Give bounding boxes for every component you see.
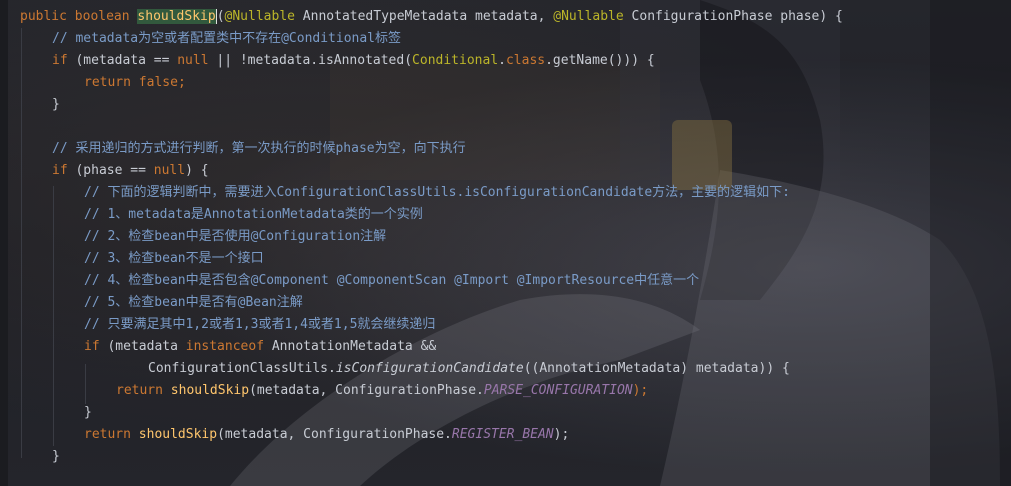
code-text: } [52, 449, 60, 464]
method-name-static: isConfigurationCandidate [335, 361, 524, 376]
code-line-19[interactable]: return shouldSkip(metadata, Configuratio… [0, 424, 1011, 446]
code-line-11[interactable]: // 3、检查bean不是一个接口 [0, 248, 1011, 270]
code-line-16[interactable]: ConfigurationClassUtils.isConfigurationC… [0, 358, 1011, 380]
enum-constant: PARSE_CONFIGURATION [483, 383, 633, 398]
code-line-5[interactable]: } [0, 94, 1011, 116]
code-text: (metadata, ConfigurationPhase. [249, 383, 484, 398]
code-text: .getName())) { [545, 53, 655, 68]
keyword: if [84, 339, 100, 354]
code-line-10[interactable]: // 2、检查bean中是否使用@Configuration注解 [0, 226, 1011, 248]
comment: // 采用递归的方式进行判断，第一次执行的时候phase为空，向下执行 [52, 141, 466, 156]
keyword: if [52, 53, 68, 68]
code-text: ; [177, 75, 186, 90]
code-text: AnnotationMetadata && [264, 339, 437, 354]
keyword: return [116, 383, 163, 398]
comment: // 只要满足其中1,2或者1,3或者1,4或者1,5就会继续递归 [84, 317, 436, 332]
code-line-20[interactable]: } [0, 446, 1011, 468]
code-line-13[interactable]: // 5、检查bean中是否有@Bean注解 [0, 292, 1011, 314]
keyword: return [84, 75, 131, 90]
code-text: (phase == [67, 163, 154, 178]
method-name: shouldSkip [138, 427, 218, 442]
comment: // 5、检查bean中是否有@Bean注解 [84, 295, 303, 310]
comment: // metadata为空或者配置类中不存在@Conditional标签 [52, 31, 402, 46]
code-line-1[interactable]: public boolean shouldSkip(@Nullable Anno… [0, 6, 1011, 28]
code-text: ConfigurationClassUtils. [148, 361, 336, 376]
code-text: } [84, 405, 92, 420]
code-line-12[interactable]: // 4、检查bean中是否包含@Component @ComponentSca… [0, 270, 1011, 292]
class-name: Conditional [412, 53, 499, 68]
code-text: } [52, 97, 60, 112]
keyword: false [138, 75, 178, 90]
code-text: ConfigurationPhase phase) { [623, 9, 843, 24]
keyword: null [153, 163, 186, 178]
keyword: class [505, 53, 546, 68]
code-text: || !metadata.isAnnotated( [208, 53, 413, 68]
code-text: ((AnnotationMetadata) metadata)) { [523, 361, 790, 376]
keyword: boolean [74, 9, 130, 24]
code-line-4[interactable]: return false; [0, 72, 1011, 94]
code-text: (metadata == [67, 53, 178, 68]
code-text: (metadata, ConfigurationPhase. [217, 427, 452, 442]
code-text: ); [553, 427, 570, 442]
keyword: null [177, 53, 209, 68]
code-line-2[interactable]: // metadata为空或者配置类中不存在@Conditional标签 [0, 28, 1011, 50]
code-text: ) { [185, 163, 209, 178]
code-line-15[interactable]: if (metadata instanceof AnnotationMetada… [0, 336, 1011, 358]
method-name-highlighted[interactable]: shouldSkip [137, 9, 216, 24]
code-line-8[interactable]: // 下面的逻辑判断中，需要进入ConfigurationClassUtils.… [0, 182, 1011, 204]
code-line-3[interactable]: if (metadata == null || !metadata.isAnno… [0, 50, 1011, 72]
annotation: @Nullable [224, 9, 295, 24]
comment: // 3、检查bean不是一个接口 [84, 251, 264, 266]
code-text: . [498, 53, 506, 68]
comment: // 2、检查bean中是否使用@Configuration注解 [84, 229, 387, 244]
code-line-9[interactable]: // 1、metadata是AnnotationMetadata类的一个实例 [0, 204, 1011, 226]
text-cursor: ( [215, 9, 225, 24]
keyword: instanceof [185, 339, 265, 354]
code-line-17[interactable]: return shouldSkip(metadata, Configuratio… [0, 380, 1011, 402]
keyword: public [20, 9, 67, 24]
code-editor[interactable]: public boolean shouldSkip(@Nullable Anno… [0, 0, 1011, 486]
comment: // 4、检查bean中是否包含@Component @ComponentSca… [84, 273, 700, 288]
method-name: shouldSkip [170, 383, 250, 398]
code-text: AnnotatedTypeMetadata metadata, [294, 9, 554, 24]
annotation: @Nullable [553, 9, 624, 24]
comment: // 1、metadata是AnnotationMetadata类的一个实例 [84, 207, 423, 222]
code-line-7[interactable]: if (phase == null) { [0, 160, 1011, 182]
code-text: (metadata [99, 339, 186, 354]
enum-constant: REGISTER_BEAN [451, 427, 554, 442]
code-line-18[interactable]: } [0, 402, 1011, 424]
comment: // 下面的逻辑判断中，需要进入ConfigurationClassUtils.… [84, 185, 790, 200]
keyword: if [52, 163, 68, 178]
code-text: ); [632, 383, 649, 398]
code-line-6[interactable]: // 采用递归的方式进行判断，第一次执行的时候phase为空，向下执行 [0, 138, 1011, 160]
keyword: return [84, 427, 131, 442]
code-line-14[interactable]: // 只要满足其中1,2或者1,3或者1,4或者1,5就会继续递归 [0, 314, 1011, 336]
